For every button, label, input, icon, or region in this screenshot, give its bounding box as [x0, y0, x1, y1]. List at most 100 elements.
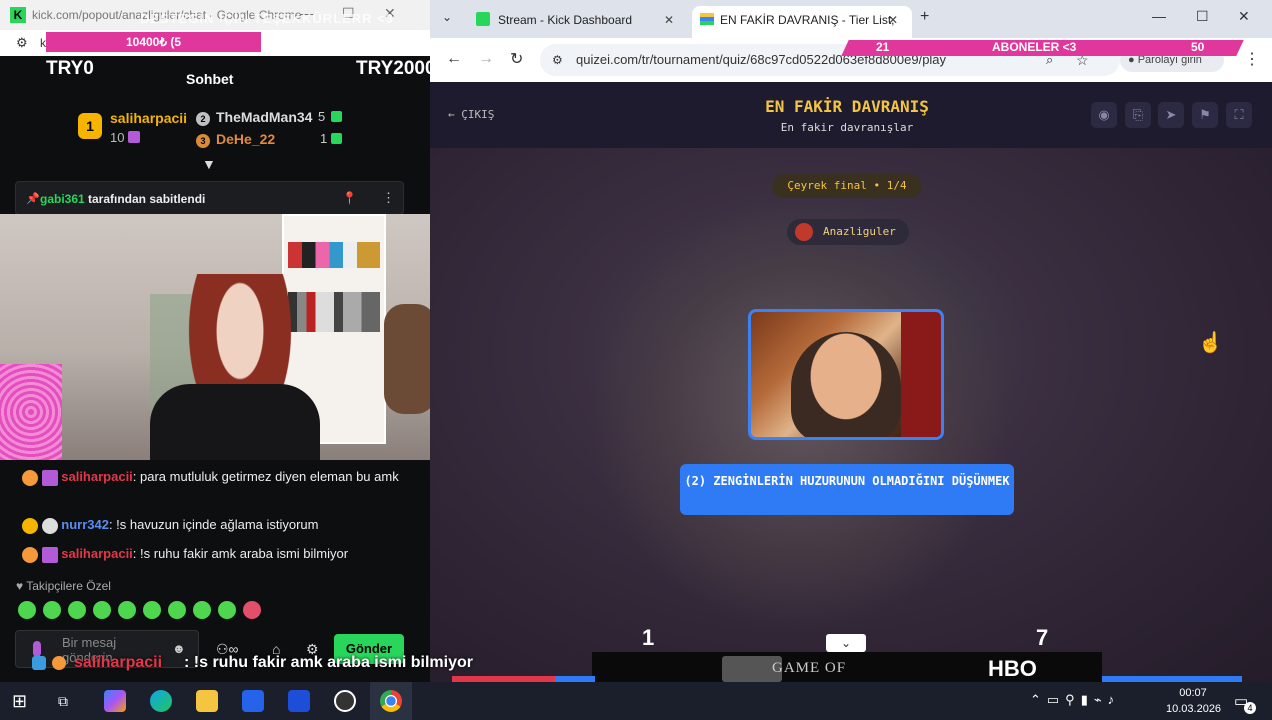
emote-icon[interactable] — [68, 601, 86, 619]
clock-time[interactable]: 00:07 — [1178, 687, 1208, 699]
support-thanks-overlay: DESTEĞİN İÇİN TEŞEKKÜRLERR <3 — [140, 11, 395, 26]
chat-username[interactable]: saliharpacii — [61, 469, 133, 484]
sub-gift-icon — [128, 131, 140, 143]
chrome-icon[interactable] — [380, 690, 402, 712]
leaderboard-count: 1 — [320, 131, 328, 146]
more-options-icon[interactable]: ⋮ — [382, 190, 395, 206]
leaderboard-name[interactable]: saliharpacii — [110, 110, 187, 126]
score-left: 1 — [642, 625, 655, 650]
task-view-icon[interactable]: ⧉ — [58, 690, 80, 712]
cube-icon — [32, 656, 46, 670]
sub-badge-icon — [41, 546, 58, 563]
chat-message-text: : !s ruhu fakir amk araba ismi bilmiyor — [132, 546, 349, 561]
sub-goal-label: ABONELER <3 — [992, 40, 1077, 54]
share-icon[interactable]: ⎘ — [1125, 102, 1151, 128]
flag-icon[interactable]: ⚑ — [1192, 102, 1218, 128]
close-icon[interactable]: ✕ — [1238, 8, 1250, 25]
fullscreen-icon[interactable]: ⛶ — [1226, 102, 1252, 128]
ticker-text: : !s ruhu fakir amk araba ismi bilmiyor — [184, 654, 473, 671]
quiz-favicon-icon — [700, 13, 714, 25]
kick-logo-icon: K — [10, 7, 26, 23]
emote-icon[interactable] — [243, 601, 261, 619]
author-avatar — [795, 223, 813, 241]
edge-icon[interactable] — [150, 690, 172, 712]
chat-username[interactable]: nurr342 — [61, 517, 109, 532]
pinned-message-bar[interactable]: 📌 gabi361 tarafından sabitlendi 📍 ⋮ — [15, 181, 404, 215]
reload-icon[interactable]: ↻ — [510, 49, 523, 69]
emote-icon[interactable] — [43, 601, 61, 619]
eye-icon[interactable]: ◉ — [1091, 102, 1117, 128]
minimize-icon[interactable]: — — [1152, 8, 1166, 24]
obs-icon[interactable] — [334, 690, 356, 712]
tab-close-icon[interactable]: ✕ — [664, 6, 674, 34]
gift-icon — [331, 133, 342, 144]
emote-picker-row[interactable] — [18, 601, 268, 621]
store-app-icon[interactable] — [242, 690, 264, 712]
tab-search-icon[interactable]: ⌄ — [442, 10, 452, 24]
rank-silver-icon: 2 — [196, 109, 210, 127]
photo-curtain — [901, 312, 941, 437]
follower-only-label: ♥ Takipçilere Özel — [16, 579, 111, 593]
site-settings-icon[interactable]: ⚙ — [16, 35, 28, 51]
rank-badge-icon — [22, 517, 38, 534]
leaderboard-name[interactable]: TheMadMan34 — [216, 109, 312, 125]
emote-icon[interactable] — [218, 601, 236, 619]
sub-badge-icon — [41, 469, 58, 486]
contestant-image[interactable] — [748, 309, 944, 440]
emote-icon[interactable] — [93, 601, 111, 619]
sub-goal-current: 21 — [876, 40, 890, 54]
collapse-chevron-icon[interactable]: ▼ — [202, 156, 216, 172]
chat-message: saliharpacii: !s ruhu fakir amk araba is… — [22, 544, 402, 563]
score-right: 7 — [1036, 625, 1049, 650]
ad-brand: HBO — [988, 656, 1037, 681]
leaderboard-count: 10 — [110, 130, 125, 145]
shelf-items — [288, 242, 380, 268]
goal-end-amount: TRY2000 — [356, 58, 436, 79]
sub-goal-target: 50 — [1191, 40, 1205, 54]
photo-face — [791, 332, 901, 437]
cat-badge-icon — [22, 546, 38, 563]
emote-icon[interactable] — [193, 601, 211, 619]
cat-badge-icon — [41, 517, 58, 534]
forward-icon[interactable]: → — [478, 50, 494, 68]
cat-badge-icon — [22, 469, 38, 486]
hand-cursor-icon: ☝ — [1198, 332, 1223, 354]
windows-start-icon[interactable]: ⊞ — [12, 690, 34, 712]
copilot-icon[interactable] — [104, 690, 126, 712]
emote-icon[interactable] — [18, 601, 36, 619]
leaderboard-name[interactable]: DeHe_22 — [216, 131, 275, 147]
new-tab-icon[interactable]: + — [920, 8, 929, 26]
unpin-icon[interactable]: 📍 — [342, 191, 357, 205]
site-info-icon[interactable]: ⚙ — [552, 44, 563, 76]
chat-username[interactable]: saliharpacii — [61, 546, 133, 561]
ticker-username: saliharpacii — [74, 654, 163, 671]
send-icon[interactable]: ➤ — [1158, 102, 1184, 128]
tab-quiz[interactable]: EN FAKİR DAVRANIŞ - Tier List, ✕ — [692, 6, 912, 38]
hbo-advertisement[interactable]: GAME OF HBO — [592, 652, 1102, 684]
browser-tab-strip: ⌄ Stream - Kick Dashboard ✕ EN FAKİR DAV… — [430, 0, 1272, 38]
answer-option-button[interactable]: (2) ZENGİNLERİN HUZURUNUN OLMADIĞINI DÜŞ… — [680, 464, 1014, 515]
emote-icon[interactable] — [168, 601, 186, 619]
author-chip[interactable]: Anazliguler — [787, 219, 909, 245]
outlook-icon[interactable] — [288, 690, 310, 712]
file-explorer-icon[interactable] — [196, 690, 218, 712]
tab-kick-dashboard[interactable]: Stream - Kick Dashboard ✕ — [470, 6, 692, 38]
emote-icon[interactable] — [118, 601, 136, 619]
stream-chat-ticker: saliharpacii : !s ruhu fakir amk araba i… — [0, 650, 600, 676]
emote-icon[interactable] — [143, 601, 161, 619]
pinned-by-user[interactable]: gabi361 — [40, 192, 85, 206]
tab-close-icon[interactable]: ✕ — [888, 6, 898, 34]
round-indicator: Çeyrek final • 1/4 — [772, 174, 922, 198]
chat-message: nurr342: !s havuzun içinde ağlama istiyo… — [22, 515, 402, 534]
back-icon[interactable]: ← — [446, 50, 462, 68]
expand-chevron-icon[interactable]: ⌄ — [826, 634, 866, 652]
maximize-icon[interactable]: ☐ — [1196, 8, 1209, 25]
system-tray-icons[interactable]: ⌃▭⚲▮⌁♪ — [1030, 692, 1120, 708]
menu-icon[interactable]: ⋮ — [1244, 49, 1260, 69]
notification-count: 4 — [1244, 702, 1256, 714]
chat-tab-label[interactable]: Sohbet — [186, 71, 233, 87]
chat-message: saliharpacii: para mutluluk getirmez diy… — [22, 467, 402, 486]
clock-date[interactable]: 10.03.2026 — [1166, 703, 1221, 715]
pin-icon: 📌 — [26, 193, 40, 205]
leaderboard-count: 5 — [318, 109, 326, 124]
